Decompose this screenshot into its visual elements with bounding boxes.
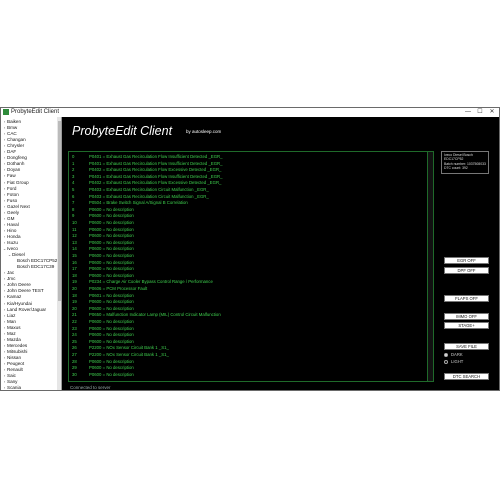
app-icon — [3, 109, 9, 115]
dtc-list[interactable]: 0 P0401 = Exhaust Gas Recirculation Flow … — [68, 151, 434, 382]
stage-button[interactable]: STAGE+ — [444, 322, 489, 329]
tree-item[interactable]: ›Shacman — [1, 390, 26, 391]
light-mode-radio[interactable]: LIGHT — [444, 359, 463, 365]
vehicle-tree[interactable]: › Baiken › Bmw › CAC › Changan › Chrysler › DAF › Don… — [1, 117, 62, 391]
window-title: ProbyteEdit Client — [11, 109, 60, 115]
radio-unselected-icon — [444, 359, 448, 364]
dtc-text: P0600 = No description — [89, 371, 134, 377]
dtc-row[interactable]: 30 P0600 = No description — [69, 371, 427, 378]
egr-off-button[interactable]: EGR OFF — [444, 257, 489, 264]
window-titlebar: ProbyteEdit Client — ☐ ✕ — [1, 108, 499, 117]
radio-selected-icon — [444, 352, 448, 357]
immo-off-button[interactable]: IMMO OFF — [444, 313, 489, 320]
dark-mode-radio[interactable]: DARK — [444, 352, 463, 358]
dark-mode-label: DARK — [451, 352, 463, 357]
main-panel: ProbyteEdit Client by autosleep.com 0 P04… — [62, 117, 499, 390]
ecu-info-line: DTC count: 392 — [444, 165, 468, 170]
maximize-icon[interactable]: ☐ — [475, 108, 485, 117]
save-file-button[interactable]: SAVE FILE — [444, 343, 489, 350]
dtc-list-scrollbar[interactable] — [427, 152, 433, 381]
app-window: ProbyteEdit Client — ☐ ✕ › Baiken › Bmw › CAC… — [0, 107, 500, 391]
ecu-info-box: Iveco Diesel Bosch EDC17CP52 Batch numbe… — [441, 151, 489, 174]
dtc-index: 30 — [72, 371, 77, 377]
app-title: ProbyteEdit Client — [72, 124, 173, 138]
tree-scroll-thumb[interactable] — [57, 121, 61, 301]
dpf-off-button[interactable]: DPF OFF — [444, 267, 489, 274]
tree-item-label: Bosch EDC17C39 — [17, 264, 55, 270]
close-icon[interactable]: ✕ — [487, 108, 497, 117]
chevron-right-icon[interactable]: › — [2, 390, 7, 391]
app-byline: by autosleep.com — [186, 129, 222, 134]
dtc-search-button[interactable]: DTC SEARCH — [444, 373, 489, 380]
minimize-icon[interactable]: — — [463, 108, 473, 117]
tree-scrollbar[interactable] — [57, 117, 61, 390]
light-mode-label: LIGHT — [451, 359, 464, 364]
status-text: Connected to server — [70, 385, 111, 390]
flaps-off-button[interactable]: FLAPS OFF — [444, 295, 489, 302]
